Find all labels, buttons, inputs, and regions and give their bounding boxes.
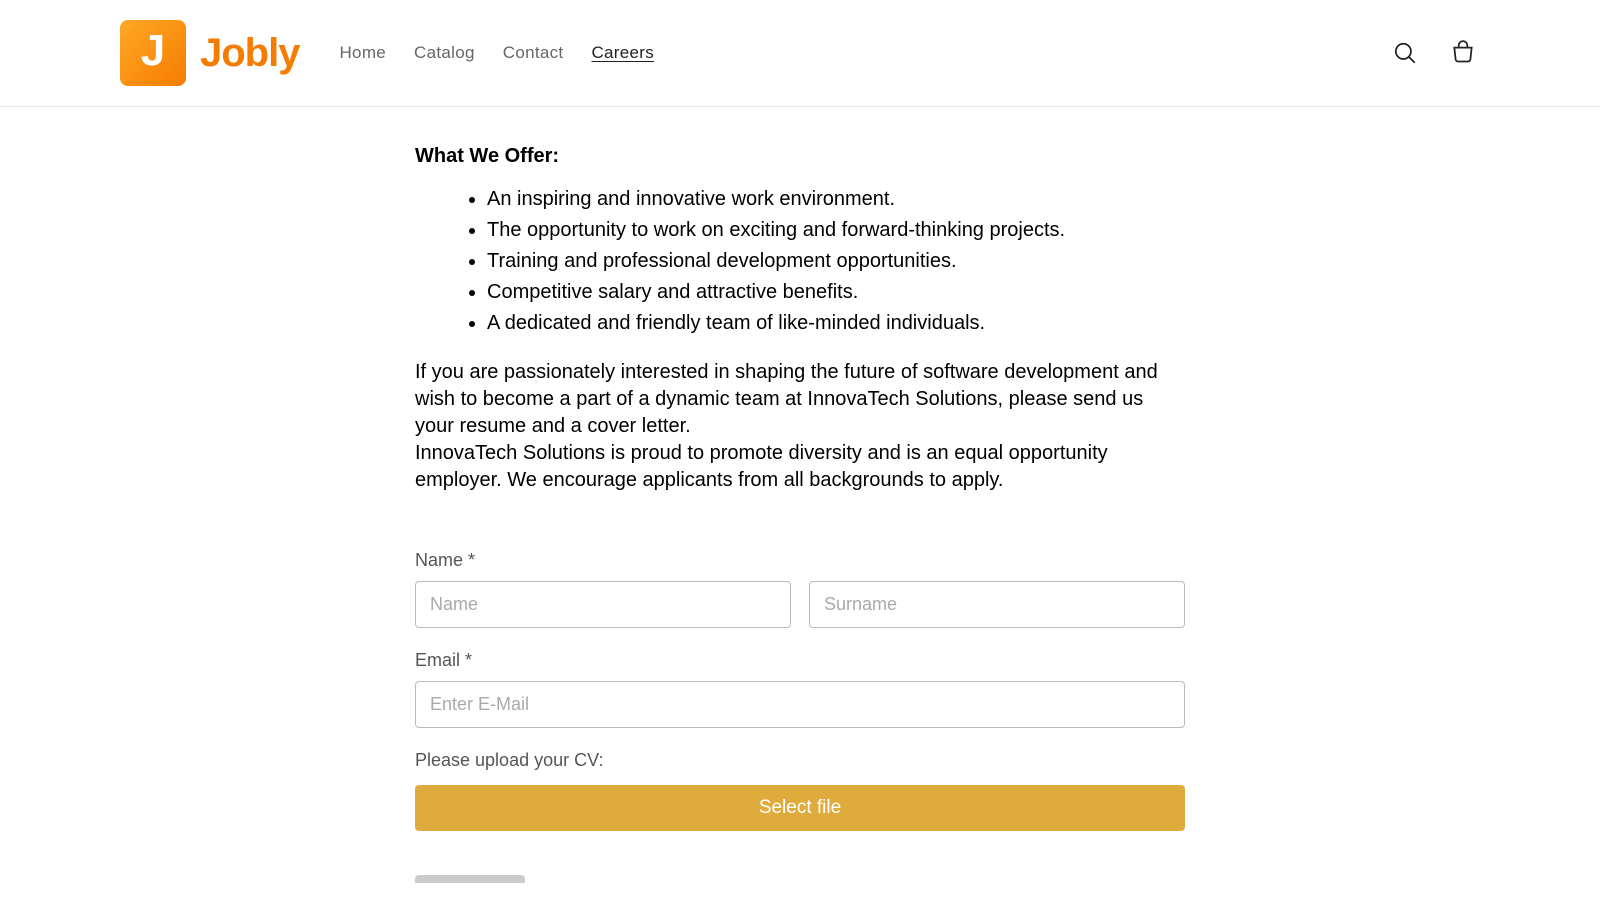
nav-contact[interactable]: Contact [503,43,564,63]
diversity-paragraph: InnovaTech Solutions is proud to promote… [415,440,1185,494]
offer-list: An inspiring and innovative work environ… [415,186,1185,337]
main-nav: Home Catalog Contact Careers [339,43,654,63]
logo-text: Jobly [200,31,299,76]
email-group: Email * [415,650,1185,728]
email-label: Email * [415,650,1185,671]
main-content: What We Offer: An inspiring and innovati… [415,107,1185,923]
cv-group: Please upload your CV: Select file [415,750,1185,831]
search-button[interactable] [1388,36,1422,70]
name-label: Name * [415,550,1185,571]
header-actions [1388,36,1480,70]
select-file-button[interactable]: Select file [415,785,1185,831]
offer-item: An inspiring and innovative work environ… [487,186,1185,213]
submit-button-partial[interactable] [415,875,525,883]
offer-item: A dedicated and friendly team of like-mi… [487,310,1185,337]
first-name-input[interactable] [415,581,791,628]
apply-paragraph: If you are passionately interested in sh… [415,359,1185,440]
nav-catalog[interactable]: Catalog [414,43,475,63]
nav-careers[interactable]: Careers [591,43,654,63]
offer-heading: What We Offer: [415,145,1185,168]
body-text: If you are passionately interested in sh… [415,359,1185,494]
cv-label: Please upload your CV: [415,750,1185,771]
logo[interactable]: J Jobly [120,20,299,86]
search-icon [1392,40,1418,66]
name-row [415,581,1185,628]
logo-icon: J [120,20,186,86]
site-header: J Jobly Home Catalog Contact Careers [0,0,1600,107]
cart-button[interactable] [1446,36,1480,70]
application-form: Name * Email * Please upload your CV: Se… [415,550,1185,883]
nav-home[interactable]: Home [339,43,386,63]
email-input[interactable] [415,681,1185,728]
cart-icon [1450,40,1476,66]
offer-item: Competitive salary and attractive benefi… [487,279,1185,306]
offer-item: Training and professional development op… [487,248,1185,275]
surname-input[interactable] [809,581,1185,628]
offer-item: The opportunity to work on exciting and … [487,217,1185,244]
